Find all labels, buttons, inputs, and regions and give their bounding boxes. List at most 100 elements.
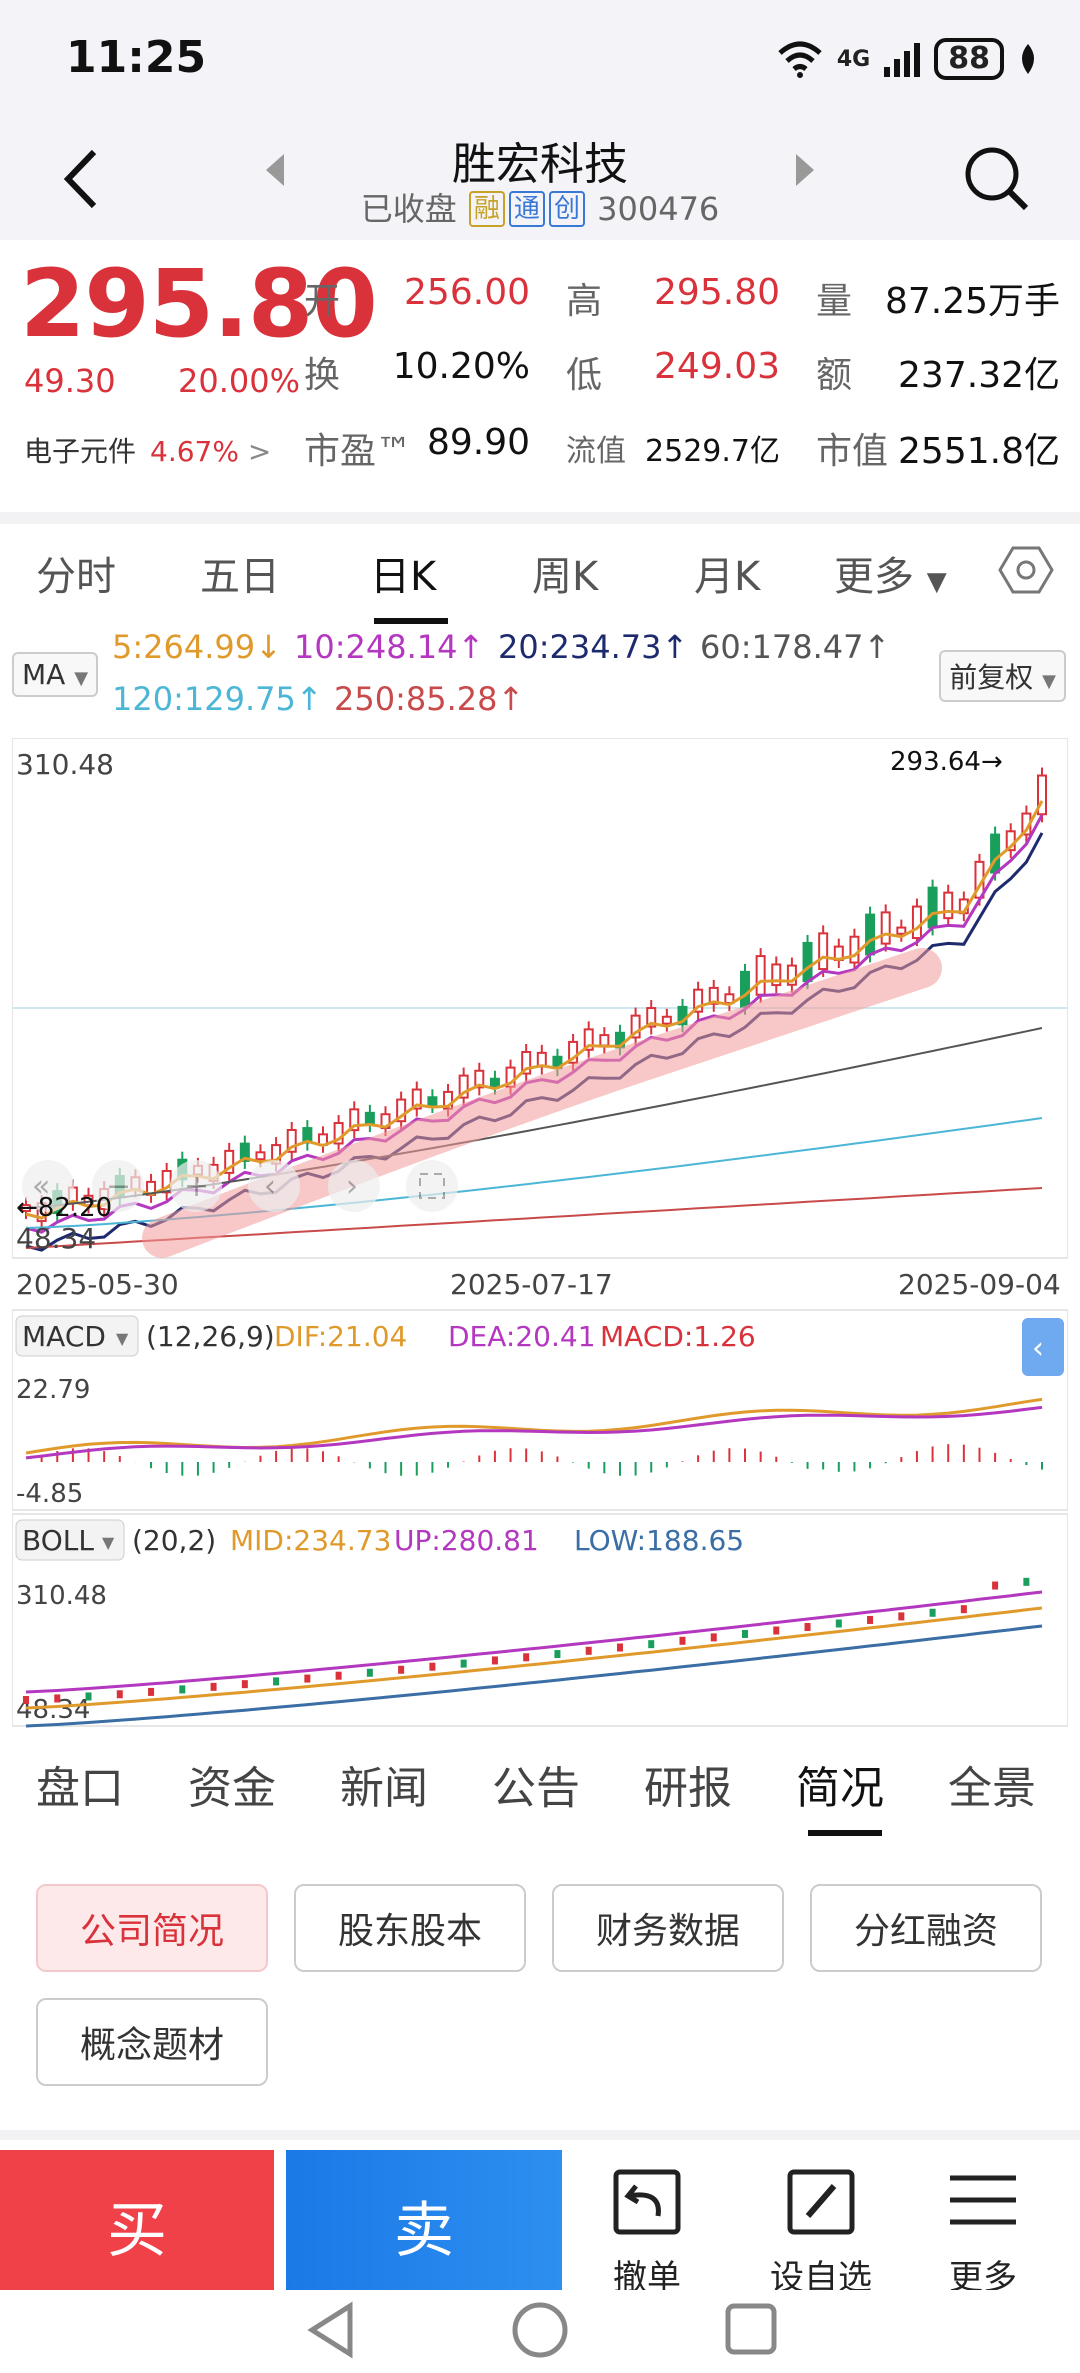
ma-selector[interactable]: MA ▼: [12, 652, 99, 697]
battery-indicator: 88: [934, 38, 1004, 80]
boll-candle: [398, 1665, 405, 1674]
shareholders-button[interactable]: 股东股本: [294, 1884, 526, 1972]
boll-candle: [241, 1680, 248, 1689]
macd-value: MACD:1.26: [600, 1320, 756, 1353]
tab-news[interactable]: 新闻: [340, 1752, 428, 1816]
high-label: 高: [566, 281, 603, 322]
macd-params: (12,26,9): [146, 1320, 275, 1353]
company-profile-button[interactable]: 公司简况: [36, 1884, 268, 1972]
turnover-value: 10.20%: [392, 346, 530, 387]
info-tabs: 盘口 资金 新闻 公告 研报 简况 全景: [0, 1740, 1080, 1850]
kline-chart-area[interactable]: « − + ‹ › 310.48 48.34 293.64→ ←82.20 20…: [11, 737, 1069, 1728]
chart-period-tabs: 分时 五日 日K 周K 月K 更多 ▼: [0, 512, 1080, 624]
boll-candle: [148, 1687, 155, 1696]
more-button[interactable]: 更多: [908, 2158, 1058, 2298]
ma-legend: MA ▼ 5:264.99↓ 10:248.14↑ 20:234.73↑ 60:…: [0, 616, 1080, 736]
active-tab-indicator: [808, 1830, 882, 1836]
nav-home-icon[interactable]: [512, 2302, 568, 2358]
tab-capital[interactable]: 资金: [188, 1752, 276, 1816]
sector-link[interactable]: 电子元件 4.67% >: [24, 430, 271, 470]
trade-action-bar: 买 卖 撤单 设自选 更多: [0, 2130, 1080, 2300]
boll-candle: [460, 1659, 467, 1668]
ma-selector-label: MA: [22, 658, 66, 691]
adjust-selector[interactable]: 前复权 ▼: [939, 650, 1066, 702]
ma120-value: 120:129.75↑: [112, 680, 323, 718]
adjust-selector-label: 前复权: [949, 661, 1034, 694]
tab-five-day[interactable]: 五日: [200, 544, 280, 602]
tab-daily-k[interactable]: 日K: [370, 544, 436, 602]
macd-selector-label: MACD: [22, 1320, 106, 1353]
nav-recents-icon[interactable]: [725, 2303, 777, 2355]
tab-intraday[interactable]: 分时: [36, 544, 116, 602]
candle-body: [865, 913, 876, 956]
buy-button[interactable]: 买: [0, 2150, 274, 2300]
tag-chinext: 创: [548, 191, 585, 227]
boll-candle: [210, 1682, 217, 1691]
next-stock-icon[interactable]: [792, 150, 818, 190]
sector-name: 电子元件: [24, 435, 137, 468]
open-value: 256.00: [404, 272, 530, 313]
tab-overview[interactable]: 全景: [948, 1752, 1036, 1816]
signal-icon: [884, 43, 921, 77]
kline-y-min: 48.34: [16, 1222, 96, 1255]
pan-right-icon[interactable]: ›: [346, 1169, 358, 1204]
tab-more[interactable]: 更多 ▼: [834, 544, 947, 602]
edit-icon: [787, 2169, 855, 2235]
tab-research[interactable]: 研报: [644, 1752, 732, 1816]
date-label-start: 2025-05-30: [16, 1268, 179, 1301]
financials-button[interactable]: 财务数据: [552, 1884, 784, 1972]
dividends-button[interactable]: 分红融资: [810, 1884, 1042, 1972]
caret-down-icon: ▼: [116, 1329, 129, 1348]
boll-candle: [960, 1605, 967, 1614]
candle-body: [599, 1034, 610, 1047]
candle-body: [364, 1111, 375, 1126]
search-icon[interactable]: [960, 142, 1032, 214]
tab-more-label: 更多: [834, 554, 914, 600]
boll-candle: [23, 1696, 29, 1704]
chevron-left-icon: ‹: [1032, 1331, 1044, 1366]
boll-candle: [804, 1623, 811, 1632]
add-watchlist-button[interactable]: 设自选: [746, 2158, 896, 2298]
boll-candle: [929, 1608, 936, 1617]
boll-selector-label: BOLL: [22, 1524, 94, 1557]
tab-order-book[interactable]: 盘口: [36, 1752, 124, 1816]
boll-candle: [304, 1674, 311, 1683]
tab-weekly-k[interactable]: 周K: [532, 544, 598, 602]
sell-button[interactable]: 卖: [286, 2150, 562, 2300]
boll-candle: [710, 1633, 717, 1642]
nav-back-icon[interactable]: [307, 2301, 353, 2359]
concepts-button[interactable]: 概念题材: [36, 1998, 268, 2086]
boll-candle: [742, 1629, 749, 1638]
tab-announcements[interactable]: 公告: [492, 1752, 580, 1816]
pan-left-icon[interactable]: ‹: [264, 1169, 276, 1204]
candle-body: [755, 955, 766, 996]
tab-profile[interactable]: 简况: [796, 1752, 884, 1816]
cancel-order-button[interactable]: 撤单: [572, 2158, 722, 2298]
price-change-pct: 20.00%: [178, 362, 301, 400]
tag-margin: 融: [468, 191, 505, 227]
boll-candle: [867, 1615, 874, 1624]
boll-low: LOW:188.65: [574, 1524, 744, 1557]
market-cap-value: 2551.8亿: [898, 431, 1060, 472]
boll-params: (20,2): [132, 1524, 216, 1557]
tab-monthly-k[interactable]: 月K: [694, 544, 760, 602]
high-marker: 293.64→: [890, 747, 1003, 777]
float-cap-label: 流值: [566, 434, 626, 469]
turnover-label: 换: [304, 355, 341, 396]
tag-connect: 通: [508, 191, 545, 227]
sector-pct: 4.67%: [150, 435, 239, 468]
candle-body: [427, 1096, 438, 1107]
candle-body: [911, 905, 922, 940]
kline-chart[interactable]: « − + ‹ › 310.48 48.34 293.64→ ←82.20 20…: [11, 737, 1069, 1728]
undo-icon: [613, 2169, 681, 2235]
boll-candle: [585, 1646, 592, 1655]
float-cap-value: 2529.7亿: [645, 434, 780, 469]
boll-candle: [679, 1636, 686, 1645]
zoom-in-icon[interactable]: +: [184, 1169, 209, 1204]
caret-down-icon: ▼: [1042, 671, 1056, 692]
boll-mid: MID:234.73: [230, 1524, 391, 1557]
settings-hex-icon[interactable]: [998, 542, 1054, 598]
system-nav-bar: [0, 2290, 1080, 2373]
stock-subline: 已收盘 融通创 300476: [0, 184, 1080, 230]
amount-value: 237.32亿: [898, 355, 1060, 396]
